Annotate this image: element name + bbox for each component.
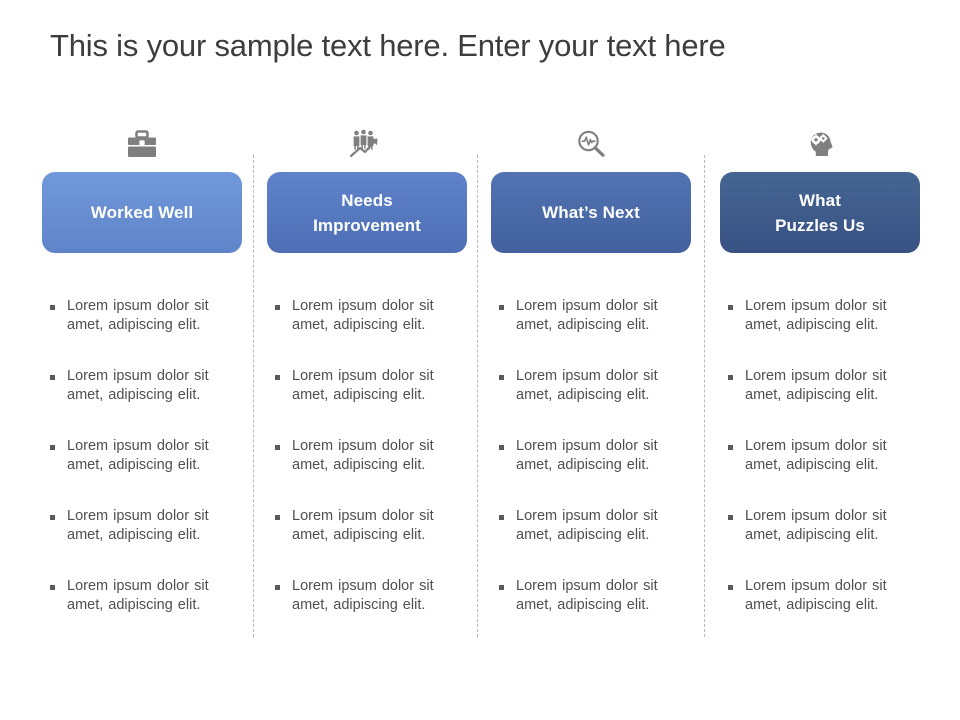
list-item: Lorem ipsum dolor sit amet, adipiscing e… bbox=[267, 577, 467, 615]
people-growth-chart-icon bbox=[267, 124, 467, 164]
bullet-marker bbox=[499, 515, 504, 520]
header-box-label: What’s Next bbox=[542, 203, 640, 222]
bullet-marker bbox=[275, 585, 280, 590]
list-item: Lorem ipsum dolor sit amet, adipiscing e… bbox=[491, 577, 691, 615]
bullet-marker bbox=[50, 585, 55, 590]
column-divider bbox=[477, 155, 478, 637]
header-box-worked-well[interactable]: Worked Well bbox=[42, 172, 242, 253]
bullet-marker bbox=[728, 445, 733, 450]
bullet-marker bbox=[499, 375, 504, 380]
column-divider bbox=[704, 155, 705, 637]
bullet-marker bbox=[50, 305, 55, 310]
list-item: Lorem ipsum dolor sit amet, adipiscing e… bbox=[42, 577, 242, 615]
column-needs-improvement: Needs Improvement Lorem ipsum dolor sit … bbox=[267, 0, 467, 720]
list-item: Lorem ipsum dolor sit amet, adipiscing e… bbox=[42, 437, 242, 475]
head-gears-icon bbox=[720, 124, 920, 164]
list-item: Lorem ipsum dolor sit amet, adipiscing e… bbox=[720, 367, 920, 405]
bullet-marker bbox=[728, 515, 733, 520]
bullet-marker bbox=[728, 375, 733, 380]
list-item: Lorem ipsum dolor sit amet, adipiscing e… bbox=[267, 507, 467, 545]
bullet-marker bbox=[50, 515, 55, 520]
header-box-label: What Puzzles Us bbox=[775, 190, 865, 235]
header-box-label: Needs Improvement bbox=[313, 190, 421, 235]
list-item: Lorem ipsum dolor sit amet, adipiscing e… bbox=[720, 437, 920, 475]
bullet-marker bbox=[275, 375, 280, 380]
bullet-marker bbox=[50, 445, 55, 450]
bullet-marker bbox=[499, 305, 504, 310]
bullet-marker bbox=[50, 375, 55, 380]
column-worked-well: Worked Well Lorem ipsum dolor sit amet, … bbox=[42, 0, 242, 720]
list-item: Lorem ipsum dolor sit amet, adipiscing e… bbox=[720, 577, 920, 615]
header-box-needs-improvement[interactable]: Needs Improvement bbox=[267, 172, 467, 253]
list-item: Lorem ipsum dolor sit amet, adipiscing e… bbox=[720, 507, 920, 545]
magnifier-pulse-icon bbox=[491, 124, 691, 164]
bullet-marker bbox=[728, 585, 733, 590]
list-item: Lorem ipsum dolor sit amet, adipiscing e… bbox=[491, 507, 691, 545]
list-item: Lorem ipsum dolor sit amet, adipiscing e… bbox=[42, 297, 242, 335]
bullet-marker bbox=[499, 445, 504, 450]
list-item: Lorem ipsum dolor sit amet, adipiscing e… bbox=[42, 367, 242, 405]
bullet-marker bbox=[728, 305, 733, 310]
list-item: Lorem ipsum dolor sit amet, adipiscing e… bbox=[267, 367, 467, 405]
list-item: Lorem ipsum dolor sit amet, adipiscing e… bbox=[491, 297, 691, 335]
column-whats-next: What’s Next Lorem ipsum dolor sit amet, … bbox=[491, 0, 691, 720]
bullet-marker bbox=[275, 515, 280, 520]
list-item: Lorem ipsum dolor sit amet, adipiscing e… bbox=[720, 297, 920, 335]
list-item: Lorem ipsum dolor sit amet, adipiscing e… bbox=[267, 437, 467, 475]
bullet-list: Lorem ipsum dolor sit amet, adipiscing e… bbox=[491, 297, 691, 615]
header-box-what-puzzles-us[interactable]: What Puzzles Us bbox=[720, 172, 920, 253]
column-what-puzzles-us: What Puzzles Us Lorem ipsum dolor sit am… bbox=[720, 0, 920, 720]
list-item: Lorem ipsum dolor sit amet, adipiscing e… bbox=[42, 507, 242, 545]
list-item: Lorem ipsum dolor sit amet, adipiscing e… bbox=[267, 297, 467, 335]
slide-canvas: This is your sample text here. Enter you… bbox=[0, 0, 960, 720]
briefcase-icon bbox=[42, 124, 242, 164]
list-item: Lorem ipsum dolor sit amet, adipiscing e… bbox=[491, 437, 691, 475]
list-item: Lorem ipsum dolor sit amet, adipiscing e… bbox=[491, 367, 691, 405]
header-box-label: Worked Well bbox=[90, 203, 194, 222]
bullet-list: Lorem ipsum dolor sit amet, adipiscing e… bbox=[42, 297, 242, 615]
bullet-list: Lorem ipsum dolor sit amet, adipiscing e… bbox=[267, 297, 467, 615]
bullet-marker bbox=[275, 305, 280, 310]
column-divider bbox=[253, 155, 254, 637]
bullet-marker bbox=[499, 585, 504, 590]
bullet-marker bbox=[275, 445, 280, 450]
header-box-whats-next[interactable]: What’s Next bbox=[491, 172, 691, 253]
bullet-list: Lorem ipsum dolor sit amet, adipiscing e… bbox=[720, 297, 920, 615]
